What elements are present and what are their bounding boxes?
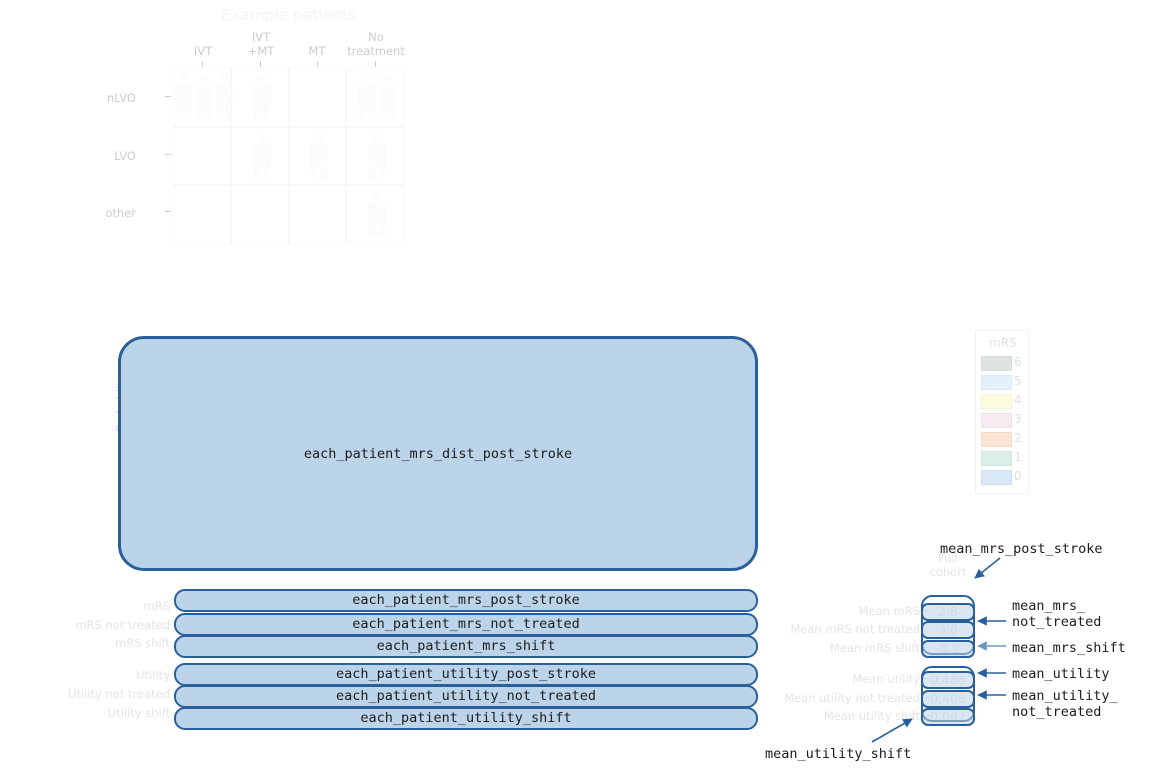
cohort-table-row-label: Mean utility not treated — [784, 691, 920, 705]
anno-mean-utility: mean_utility — [1012, 666, 1110, 682]
patient-icon: A — [174, 75, 194, 119]
patient-icon-label: A — [179, 87, 189, 101]
cohort-table-row-label: Mean mRS shift — [830, 641, 920, 655]
cohort-value-box — [921, 708, 975, 726]
patient-grid: ABH I DE C G F J — [173, 68, 404, 244]
anno-mean-utility-not-treated-line2: not_treated — [1012, 704, 1102, 720]
cohort-value-box — [921, 690, 975, 708]
patient-icon: I — [252, 75, 272, 119]
cohort-value-box — [921, 640, 975, 658]
callout-chart-label: each_patient_mrs_dist_post_stroke — [303, 446, 573, 462]
patient-icon-label: F — [373, 145, 382, 160]
legend-swatch — [981, 470, 1012, 485]
cohort-value-box — [921, 621, 975, 639]
patient-icon-label: E — [383, 87, 392, 101]
legend-swatch — [981, 432, 1012, 447]
row-tick-nlvo — [165, 96, 171, 97]
legend-swatch — [981, 451, 1012, 466]
col-tick-ivt-mt — [260, 61, 261, 67]
patient-icon-label: D — [362, 87, 373, 101]
patient-grid-col-mt: MT — [308, 44, 326, 58]
patient-grid-cell: DE — [346, 68, 404, 127]
anno-mean-mrs-not-treated-line1: mean_mrs_ — [1012, 598, 1086, 614]
cohort-value-box — [921, 671, 975, 689]
patient-grid-col-ivt: IVT — [193, 44, 213, 58]
patient-grid-cell: I — [230, 68, 289, 127]
col-tick-mt — [317, 61, 318, 67]
row-tick-lvo — [165, 154, 171, 155]
row-callout-label: each_patient_mrs_shift — [376, 637, 556, 654]
legend-title: mRS — [989, 336, 1017, 350]
row-callout-label: each_patient_utility_shift — [360, 709, 572, 726]
legend-label: 2 — [1014, 431, 1022, 445]
row-callout-label: each_patient_mrs_post_stroke — [352, 591, 580, 608]
patient-icon-label: I — [259, 87, 264, 101]
row-tick-other — [165, 211, 171, 212]
row-callout-label: each_patient_utility_not_treated — [335, 687, 597, 704]
patient-grid-row-lvo: LVO — [114, 149, 136, 163]
cohort-value-box — [921, 603, 975, 621]
patient-grid-cell — [288, 185, 347, 244]
patient-icon: B — [194, 75, 214, 119]
legend-swatch — [981, 413, 1012, 428]
patient-icon: C — [252, 133, 272, 178]
patient-grid-cell: G — [288, 126, 347, 186]
patient-table-row-label: mRS not treated — [75, 618, 170, 632]
patient-table-row-label: Utility not treated — [68, 687, 170, 701]
patient-grid-col-no-treatment: No treatment — [347, 30, 405, 58]
patient-icon: G — [309, 133, 329, 178]
patient-grid-cell: ABH — [173, 68, 233, 127]
patient-grid-row-nlvo: nLVO — [106, 91, 136, 105]
patient-grid-row-other: other — [105, 206, 136, 220]
patient-icon-label: G — [314, 145, 325, 160]
patient-grid-col-ivt-mt: IVT +MT — [247, 30, 275, 58]
anno-mean-utility-not-treated-line1: mean_utility_ — [1012, 688, 1118, 704]
row-callout-label: each_patient_utility_post_stroke — [335, 665, 597, 682]
patient-grid-cell — [230, 185, 289, 244]
patient-table-row-label: Utility shift — [107, 706, 170, 720]
patient-table-row-label: mRS shift — [115, 636, 170, 650]
col-tick-ivt — [202, 61, 203, 67]
patient-table-row-label: mRS — [143, 599, 171, 613]
patient-icon: E — [377, 75, 397, 119]
legend-swatch — [981, 356, 1012, 371]
legend-label: 0 — [1014, 469, 1022, 483]
cohort-table-row-label: Mean mRS not treated — [790, 622, 920, 636]
patient-icon-label: J — [374, 204, 380, 219]
patient-grid-cell — [173, 185, 231, 244]
patient-icon-label: B — [199, 87, 209, 101]
legend-label: 5 — [1014, 374, 1022, 388]
cohort-table-row-label: Mean utility shift — [823, 709, 920, 723]
patient-icon: D — [357, 75, 377, 119]
anno-mean-mrs-shift: mean_mrs_shift — [1012, 640, 1126, 656]
legend-swatch — [981, 394, 1012, 409]
mrs-legend: mRS 6 5 4 3 2 1 0 — [975, 330, 1029, 494]
anno-mean-mrs-post-stroke: mean_mrs_post_stroke — [940, 541, 1103, 557]
patient-grid-cell: F — [346, 126, 404, 186]
anno-mean-mrs-not-treated-line2: not_treated — [1012, 614, 1102, 630]
patient-icon: J — [367, 192, 387, 237]
cohort-table-row-label: Mean mRS — [858, 604, 920, 618]
patient-table-row-label: Utility — [136, 668, 170, 682]
patient-icon-label: C — [257, 145, 267, 160]
anno-mean-utility-shift: mean_utility_shift — [765, 746, 912, 762]
legend-swatch — [981, 375, 1012, 390]
patient-grid-cell — [288, 68, 347, 127]
patient-grid-title: Example patients — [220, 6, 357, 24]
patient-grid-cell: J — [346, 185, 404, 244]
patient-icon-label: H — [218, 87, 229, 101]
legend-label: 6 — [1014, 355, 1022, 369]
cohort-table-row-label: Mean utility — [852, 672, 920, 686]
patient-grid-cell: C — [230, 126, 289, 186]
col-tick-no-treatment — [375, 61, 376, 67]
legend-label: 4 — [1014, 393, 1022, 407]
patient-grid-cell — [173, 126, 231, 186]
legend-label: 1 — [1014, 450, 1022, 464]
row-callout-label: each_patient_mrs_not_treated — [352, 615, 580, 632]
patient-icon: F — [367, 133, 387, 178]
legend-label: 3 — [1014, 412, 1022, 426]
